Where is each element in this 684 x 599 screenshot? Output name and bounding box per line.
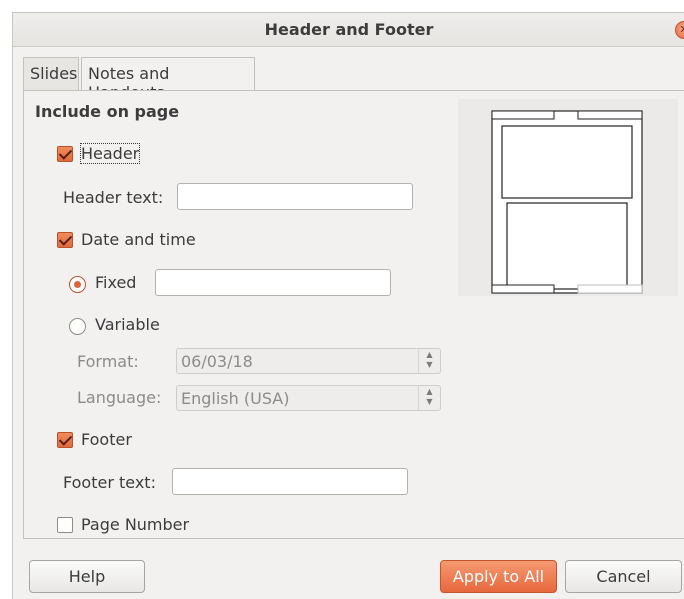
- chevron-down-icon[interactable]: ▼: [419, 397, 440, 407]
- tab-panel: Include on page Header Header text: Date…: [23, 90, 684, 539]
- footer-text-label: Footer text:: [63, 473, 156, 492]
- format-label: Format:: [77, 352, 139, 371]
- footer-text-input[interactable]: [172, 468, 408, 495]
- date-and-time-checkbox[interactable]: [57, 232, 73, 248]
- header-checkbox[interactable]: [57, 146, 73, 162]
- format-value: 06/03/18: [181, 352, 253, 371]
- language-label: Language:: [77, 388, 162, 407]
- fixed-date-input[interactable]: [155, 269, 391, 296]
- page-number-checkbox[interactable]: [57, 517, 73, 533]
- header-label[interactable]: Header: [79, 143, 141, 164]
- header-footer-dialog: Header and Footer ✕ Slides Notes and Han…: [12, 12, 684, 599]
- tab-notes-and-handouts[interactable]: Notes and Handouts: [81, 57, 255, 102]
- tab-slides[interactable]: Slides: [23, 57, 79, 90]
- cancel-button[interactable]: Cancel: [565, 560, 682, 593]
- language-spin-arrows[interactable]: ▲ ▼: [418, 386, 440, 410]
- page-number-label[interactable]: Page Number: [81, 515, 189, 534]
- include-on-page-heading: Include on page: [35, 102, 180, 121]
- variable-radio[interactable]: [69, 318, 86, 335]
- help-button[interactable]: Help: [29, 560, 145, 593]
- format-spin-arrows[interactable]: ▲ ▼: [418, 349, 440, 373]
- header-text-input[interactable]: [177, 183, 413, 210]
- language-value: English (USA): [181, 389, 290, 408]
- chevron-up-icon[interactable]: ▲: [419, 387, 440, 397]
- chevron-down-icon[interactable]: ▼: [419, 360, 440, 370]
- title-bar[interactable]: Header and Footer ✕: [13, 13, 684, 47]
- format-select[interactable]: 06/03/18 ▲ ▼: [176, 348, 441, 374]
- footer-label[interactable]: Footer: [81, 430, 132, 449]
- variable-label[interactable]: Variable: [95, 315, 160, 334]
- apply-to-all-button[interactable]: Apply to All: [440, 560, 557, 593]
- footer-checkbox[interactable]: [57, 432, 73, 448]
- chevron-up-icon[interactable]: ▲: [419, 350, 440, 360]
- fixed-radio[interactable]: [69, 276, 86, 293]
- language-select[interactable]: English (USA) ▲ ▼: [176, 385, 441, 411]
- date-and-time-label[interactable]: Date and time: [81, 230, 196, 249]
- header-text-label: Header text:: [63, 188, 164, 207]
- notes-page-preview-graphic: [491, 110, 643, 294]
- fixed-label[interactable]: Fixed: [95, 273, 136, 292]
- layout-preview: [458, 99, 678, 296]
- dialog-title: Header and Footer: [264, 20, 434, 39]
